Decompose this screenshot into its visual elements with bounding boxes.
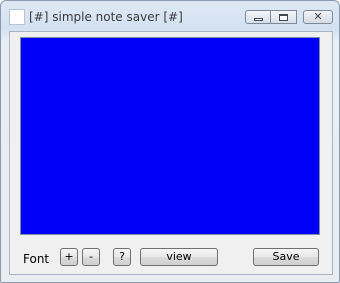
maximize-button[interactable] bbox=[271, 10, 297, 24]
minimize-button[interactable] bbox=[245, 10, 271, 24]
window-title: [#] simple note saver [#] bbox=[29, 10, 183, 24]
title-bar[interactable]: [#] simple note saver [#] ✕ bbox=[1, 1, 340, 31]
font-label: Font bbox=[23, 252, 50, 266]
close-button[interactable]: ✕ bbox=[303, 10, 333, 24]
minimize-icon bbox=[254, 18, 263, 21]
maximize-icon bbox=[279, 14, 288, 21]
view-button[interactable]: view bbox=[140, 248, 218, 266]
help-button[interactable]: ? bbox=[113, 248, 131, 266]
font-decrease-button[interactable]: - bbox=[82, 248, 100, 266]
font-increase-button[interactable]: + bbox=[60, 248, 78, 266]
app-icon bbox=[9, 9, 25, 25]
note-text-area[interactable] bbox=[20, 37, 320, 235]
save-button[interactable]: Save bbox=[253, 248, 319, 266]
app-window: [#] simple note saver [#] ✕ Font + - ? v… bbox=[0, 0, 340, 283]
close-icon: ✕ bbox=[313, 10, 323, 23]
